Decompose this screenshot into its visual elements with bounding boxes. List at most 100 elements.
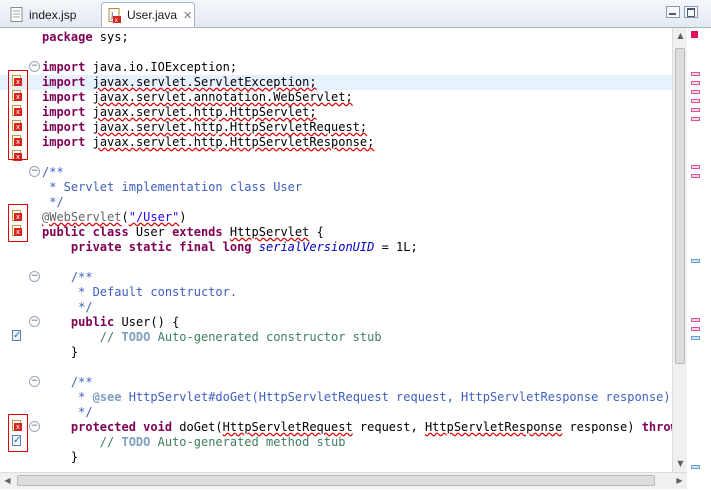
code-line: @WebServlet("/User") (0, 210, 672, 225)
code-text: ( (121, 210, 129, 224)
error-annotation-mark[interactable] (691, 174, 700, 178)
javadoc: */ (70, 300, 93, 314)
code-line: import javax.servlet.http.HttpServletRes… (0, 135, 672, 150)
code-text: } (70, 450, 79, 464)
code-text: { (309, 225, 324, 239)
java-file-error-icon: Jx (108, 7, 121, 24)
task-annotation-mark[interactable] (691, 336, 700, 340)
horizontal-scrollbar[interactable]: ◀ ▶ (0, 472, 687, 489)
error-annotation-mark[interactable] (691, 72, 700, 76)
error-annotation-mark[interactable] (691, 318, 700, 322)
scroll-down-icon[interactable]: ▼ (673, 456, 688, 471)
code-text: User (128, 225, 173, 239)
code-line: import javax.servlet.annotation.WebServl… (0, 90, 672, 105)
code-area[interactable]: package sys; − import java.io.IOExceptio… (0, 28, 672, 472)
maximize-button[interactable] (684, 6, 698, 18)
scroll-right-icon[interactable]: ▶ (672, 473, 687, 488)
horizontal-scroll-thumb[interactable] (17, 475, 655, 486)
svg-text:x: x (115, 17, 119, 23)
code-line: package sys; (0, 30, 672, 45)
class-ref: HttpServlet (229, 225, 310, 239)
code-line: private static final long serialVersionU… (0, 240, 672, 255)
code-text: doGet( (172, 420, 223, 434)
keyword: public (70, 315, 115, 329)
keyword: import (42, 135, 86, 149)
tab-label: User.java (127, 8, 178, 22)
vertical-scrollbar[interactable]: ▲ ▼ (672, 28, 687, 472)
code-line: */ (0, 195, 672, 210)
javadoc-tag: @see (92, 390, 122, 404)
close-tab-icon[interactable]: ✕ (183, 9, 192, 22)
string-literal: "/User" (128, 210, 180, 224)
code-line: * @see HttpServlet#doGet(HttpServletRequ… (0, 390, 672, 405)
error-annotation-mark[interactable] (691, 165, 700, 169)
task-annotation-mark[interactable] (691, 259, 700, 263)
vertical-scroll-thumb[interactable] (675, 48, 685, 364)
scroll-left-icon[interactable]: ◀ (0, 473, 15, 488)
javadoc: /** (42, 165, 64, 179)
javadoc: */ (42, 195, 64, 209)
keyword: throws (641, 420, 672, 434)
code-line: */ (0, 300, 672, 315)
field-name: serialVersionUID (258, 240, 375, 254)
code-text: User() { (114, 315, 180, 329)
code-line: import javax.servlet.http.HttpServlet; (0, 105, 672, 120)
keyword: private static final long (70, 240, 252, 254)
keyword: import (42, 90, 86, 104)
code-line: import java.io.IOException; (0, 60, 672, 75)
import-path: javax.servlet.http.HttpServletRequest; (92, 120, 368, 134)
code-text: } (70, 345, 79, 359)
code-line: */ (0, 405, 672, 420)
error-annotation-mark[interactable] (691, 108, 700, 112)
comment: // (99, 435, 122, 449)
code-line: /** (0, 375, 672, 390)
code-text: ) (179, 210, 187, 224)
javadoc: * Servlet implementation class User (42, 180, 303, 194)
task-annotation-mark[interactable] (691, 465, 700, 469)
error-annotation-mark[interactable] (691, 327, 700, 331)
javadoc: /** (70, 270, 93, 284)
tab-user-java[interactable]: Jx User.java ✕ (101, 2, 195, 27)
code-line: } (0, 345, 672, 360)
code-text: sys; (92, 30, 129, 44)
current-line: import javax.servlet.ServletException; (0, 75, 672, 90)
import-path: javax.servlet.annotation.WebServlet; (92, 90, 353, 104)
code-line: public class User extends HttpServlet { (0, 225, 672, 240)
comment: Auto-generated constructor stub (150, 330, 382, 344)
code-line: public User() { (0, 315, 672, 330)
keyword: import (42, 75, 86, 89)
code-line: * Default constructor. (0, 285, 672, 300)
import-path: javax.servlet.http.HttpServlet; (92, 105, 317, 119)
error-highlight-box (8, 204, 28, 242)
editor-tab-bar: index.jsp Jx User.java ✕ (0, 0, 711, 28)
tab-index-jsp[interactable]: index.jsp (6, 3, 100, 26)
javadoc: * Default constructor. (70, 285, 238, 299)
error-annotation-mark[interactable] (691, 117, 700, 121)
code-text: response) (562, 420, 642, 434)
keyword: import (42, 105, 86, 119)
maximize-icon (687, 8, 695, 17)
error-annotation-mark[interactable] (691, 99, 700, 103)
code-line: // TODO Auto-generated constructor stub (0, 330, 672, 345)
code-line: protected void doGet(HttpServletRequest … (0, 420, 672, 435)
minimize-button[interactable] (666, 6, 680, 18)
annotation: @WebServlet (42, 210, 122, 224)
jsp-file-icon (10, 7, 23, 22)
todo-tag: TODO (121, 435, 151, 449)
javadoc: */ (70, 405, 93, 419)
error-annotation-mark[interactable] (691, 90, 700, 94)
keyword: import (42, 60, 86, 74)
java-editor[interactable]: package sys; − import java.io.IOExceptio… (0, 28, 711, 491)
overview-ruler[interactable] (688, 28, 711, 491)
task-checkbox-icon[interactable]: ✓ (10, 329, 22, 342)
todo-tag: TODO (121, 330, 151, 344)
error-summary-icon[interactable] (691, 31, 698, 38)
keyword: import (42, 120, 86, 134)
code-line: /** (0, 165, 672, 180)
class-ref: HttpServletRequest (222, 420, 353, 434)
error-annotation-mark[interactable] (691, 81, 700, 85)
import-path: java.io.IOException; (92, 60, 238, 74)
scroll-up-icon[interactable]: ▲ (673, 28, 688, 43)
javadoc: /** (70, 375, 93, 389)
svg-text:J: J (110, 11, 113, 20)
